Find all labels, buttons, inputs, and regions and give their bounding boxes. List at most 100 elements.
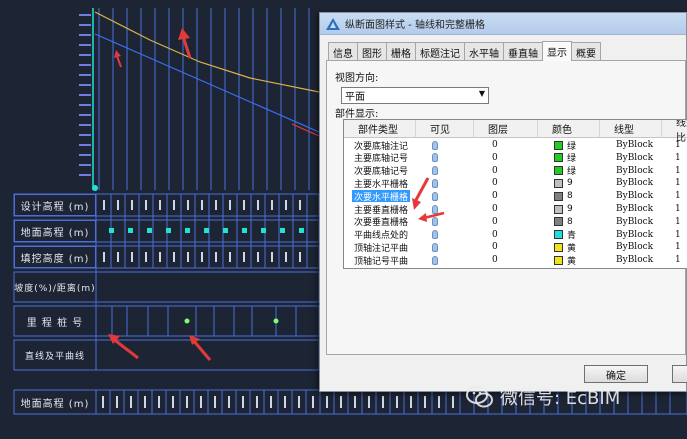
- linetype-cell[interactable]: ByBlock: [616, 177, 676, 189]
- table-row[interactable]: 主要垂直栅格 0 9 ByBlock 1: [344, 203, 687, 215]
- visible-toggle[interactable]: [432, 203, 446, 215]
- view-direction-select[interactable]: 平面 ▼: [341, 87, 489, 104]
- color-cell[interactable]: 8: [554, 216, 602, 228]
- linetype-scale-cell[interactable]: 1: [675, 241, 687, 253]
- visible-toggle[interactable]: [432, 177, 446, 189]
- color-cell[interactable]: 8: [554, 190, 602, 202]
- red-arrow-bottom-left: [108, 334, 139, 360]
- visible-toggle[interactable]: [432, 190, 446, 202]
- layer-cell[interactable]: 0: [492, 152, 512, 164]
- layer-cell[interactable]: 0: [492, 229, 512, 241]
- tab-graph[interactable]: 图形: [357, 42, 387, 61]
- color-swatch: [554, 230, 563, 240]
- civil3d-app-icon: [326, 17, 340, 30]
- linetype-scale-cell[interactable]: 1: [675, 165, 687, 177]
- layer-cell[interactable]: 0: [492, 139, 512, 151]
- tab-horizontal-axes[interactable]: 水平轴: [464, 42, 504, 61]
- design-profile-line: [94, 11, 320, 93]
- table-row[interactable]: 次要水平栅格 0 8 ByBlock 1: [344, 190, 687, 203]
- profile-vertical-lines: [98, 8, 310, 190]
- col-header-layer[interactable]: 图层: [474, 120, 538, 138]
- component-type-cell: 次要水平栅格: [352, 190, 410, 203]
- component-type-cell: 顶轴记号平曲: [354, 256, 409, 267]
- table-row[interactable]: 平曲线点处的 0 青 ByBlock 1: [344, 229, 687, 241]
- band-label-slope-distance: 坡度(%)/距离(m): [14, 283, 96, 294]
- color-cell[interactable]: 绿: [554, 152, 602, 164]
- linetype-scale-cell[interactable]: 1: [675, 177, 687, 189]
- visible-toggle[interactable]: [432, 254, 446, 266]
- component-type-cell: 次要垂直栅格: [354, 218, 409, 228]
- layer-cell[interactable]: 0: [492, 216, 512, 228]
- visible-toggle[interactable]: [432, 241, 446, 253]
- table-row[interactable]: 次要底轴记号 0 绿 ByBlock 1: [344, 165, 687, 177]
- linetype-cell[interactable]: ByBlock: [616, 229, 676, 241]
- table-row[interactable]: 次要垂直栅格 0 8 ByBlock 1: [344, 216, 687, 228]
- red-arrow-top-small: [114, 50, 122, 68]
- visible-toggle[interactable]: [432, 229, 446, 241]
- lightbulb-icon: [432, 230, 438, 240]
- col-header-component-type[interactable]: 部件类型: [344, 120, 416, 138]
- tab-summary[interactable]: 概要: [571, 42, 601, 61]
- tab-grid[interactable]: 栅格: [386, 42, 416, 61]
- color-cell[interactable]: 黄: [554, 241, 602, 253]
- layer-cell[interactable]: 0: [492, 190, 512, 202]
- visible-toggle[interactable]: [432, 165, 446, 177]
- table-row[interactable]: 主要水平栅格 0 9 ByBlock 1: [344, 177, 687, 189]
- color-swatch: [554, 166, 563, 176]
- linetype-scale-cell[interactable]: 1: [675, 216, 687, 228]
- linetype-scale-cell[interactable]: 1: [675, 139, 687, 151]
- color-cell[interactable]: 9: [554, 203, 602, 215]
- layer-cell[interactable]: 0: [492, 241, 512, 253]
- color-swatch: [554, 217, 563, 227]
- col-header-linetype-scale[interactable]: 线型比: [662, 120, 687, 144]
- color-swatch: [554, 242, 563, 252]
- component-display-label: 部件显示:: [335, 109, 379, 120]
- linetype-cell[interactable]: ByBlock: [616, 241, 676, 253]
- linetype-scale-cell[interactable]: 1: [675, 254, 687, 266]
- dialog-titlebar[interactable]: 纵断面图样式 - 轴线和完整栅格: [320, 13, 686, 35]
- profile-style-dialog[interactable]: 纵断面图样式 - 轴线和完整栅格 信息 图形 栅格 标题注记 水平轴 垂直轴 显…: [319, 12, 687, 392]
- linetype-cell[interactable]: ByBlock: [616, 203, 676, 215]
- linetype-scale-cell[interactable]: 1: [675, 203, 687, 215]
- band-label-ground-elevation-bottom: 地面高程 (m): [20, 398, 90, 410]
- layer-cell[interactable]: 0: [492, 254, 512, 266]
- col-header-color[interactable]: 颜色: [538, 120, 600, 138]
- color-cell[interactable]: 绿: [554, 165, 602, 177]
- layer-cell[interactable]: 0: [492, 177, 512, 189]
- tab-display[interactable]: 显示: [542, 41, 572, 61]
- linetype-cell[interactable]: ByBlock: [616, 139, 676, 151]
- linetype-cell[interactable]: ByBlock: [616, 165, 676, 177]
- linetype-cell[interactable]: ByBlock: [616, 152, 676, 164]
- table-row[interactable]: 顶轴记号平曲 0 黄 ByBlock 1: [344, 254, 687, 266]
- linetype-scale-cell[interactable]: 1: [675, 229, 687, 241]
- color-name: 绿: [567, 154, 577, 164]
- table-row[interactable]: 次要底轴注记 0 绿 ByBlock 1: [344, 139, 687, 151]
- color-swatch: [554, 204, 563, 214]
- tab-title-annotation[interactable]: 标题注记: [415, 42, 465, 61]
- col-header-visible[interactable]: 可见: [416, 120, 474, 138]
- layer-cell[interactable]: 0: [492, 203, 512, 215]
- cancel-button[interactable]: [672, 365, 687, 383]
- color-cell[interactable]: 黄: [554, 254, 602, 266]
- color-cell[interactable]: 绿: [554, 139, 602, 151]
- visible-toggle[interactable]: [432, 152, 446, 164]
- table-row[interactable]: 主要底轴记号 0 绿 ByBlock 1: [344, 152, 687, 164]
- color-cell[interactable]: 青: [554, 229, 602, 241]
- linetype-cell[interactable]: ByBlock: [616, 216, 676, 228]
- color-cell[interactable]: 9: [554, 177, 602, 189]
- linetype-cell[interactable]: ByBlock: [616, 190, 676, 202]
- tab-info[interactable]: 信息: [328, 42, 358, 61]
- visible-toggle[interactable]: [432, 216, 446, 228]
- linetype-scale-cell[interactable]: 1: [675, 190, 687, 202]
- layer-cell[interactable]: 0: [492, 165, 512, 177]
- linetype-cell[interactable]: ByBlock: [616, 254, 676, 266]
- component-type-cell: 次要底轴记号: [354, 167, 409, 177]
- wechat-icon: [466, 386, 493, 408]
- visible-toggle[interactable]: [432, 139, 446, 151]
- table-row[interactable]: 顶轴注记平曲 0 黄 ByBlock 1: [344, 241, 687, 253]
- ok-button[interactable]: 确定: [584, 365, 648, 383]
- col-header-linetype[interactable]: 线型: [600, 120, 662, 138]
- linetype-scale-cell[interactable]: 1: [675, 152, 687, 164]
- component-display-grid[interactable]: 部件类型 可见 图层 颜色 线型 线型比 次要底轴注记0绿ByBlock1主要底…: [343, 119, 687, 269]
- tab-vertical-axes[interactable]: 垂直轴: [503, 42, 543, 61]
